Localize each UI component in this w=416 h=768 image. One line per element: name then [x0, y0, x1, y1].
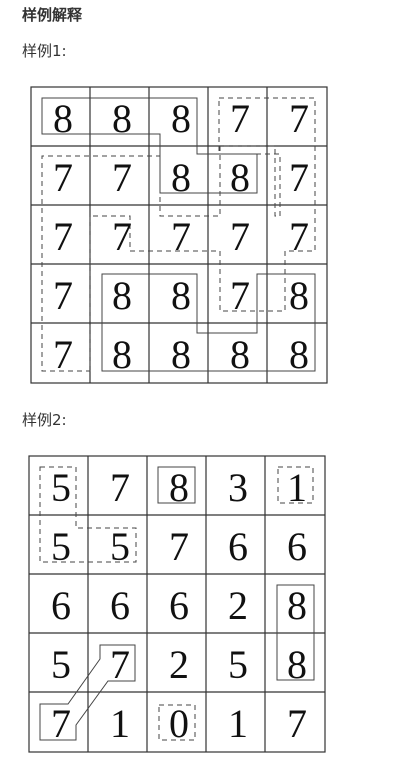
cell-r4c5: 8: [287, 642, 307, 687]
cell-r2c5: 6: [287, 524, 307, 569]
cell-r3c3: 7: [171, 214, 191, 259]
cell-r2c4: 6: [228, 524, 248, 569]
example-1-grid-figure: 8 8 8 7 7 7 7 8 8 7 7 7 7 7 7 7 8 8 7 8 …: [30, 86, 328, 384]
cell-r2c5: 7: [289, 155, 309, 200]
cell-r4c5: 8: [289, 273, 309, 318]
cell-r5c1: 7: [53, 332, 73, 377]
example-2-label: 样例2:: [22, 411, 67, 429]
example-1-label: 样例1:: [22, 42, 67, 60]
cell-r5c5: 7: [287, 701, 307, 746]
cell-r3c4: 7: [230, 214, 250, 259]
cell-r1c4: 7: [230, 96, 250, 141]
cell-r1c3: 8: [171, 96, 191, 141]
cell-r4c3: 8: [171, 273, 191, 318]
heading-sample-explanation: 样例解释: [22, 6, 83, 24]
cell-r5c1: 7: [51, 701, 71, 746]
cell-r5c3: 0: [169, 701, 189, 746]
cell-r2c1: 7: [53, 155, 73, 200]
example-2-grid-figure: 5 7 8 3 1 5 5 7 6 6 6 6 6 2 8 5 7 2 5 8 …: [28, 455, 326, 753]
cell-r2c3: 7: [169, 524, 189, 569]
cell-r2c1: 5: [51, 524, 71, 569]
cell-r1c4: 3: [228, 465, 248, 510]
cell-r1c2: 7: [110, 465, 130, 510]
cell-r4c2: 7: [110, 642, 130, 687]
cell-r2c4: 8: [230, 155, 250, 200]
cell-r3c4: 2: [228, 583, 248, 628]
cell-r3c1: 7: [53, 214, 73, 259]
cell-r1c5: 7: [289, 96, 309, 141]
cell-r5c3: 8: [171, 332, 191, 377]
cell-r1c1: 8: [53, 96, 73, 141]
cell-r4c1: 5: [51, 642, 71, 687]
cell-r1c5: 1: [287, 465, 307, 510]
cell-r4c2: 8: [112, 273, 132, 318]
cell-r2c3: 8: [171, 155, 191, 200]
cell-r4c4: 7: [230, 273, 250, 318]
cell-r2c2: 7: [112, 155, 132, 200]
cell-r3c2: 6: [110, 583, 130, 628]
cell-r5c2: 8: [112, 332, 132, 377]
cell-r1c1: 5: [51, 465, 71, 510]
cell-r1c2: 8: [112, 96, 132, 141]
cell-r4c1: 7: [53, 273, 73, 318]
cell-r4c3: 2: [169, 642, 189, 687]
cell-r4c4: 5: [228, 642, 248, 687]
cell-r2c2: 5: [110, 524, 130, 569]
cell-r3c5: 8: [287, 583, 307, 628]
cell-r3c5: 7: [289, 214, 309, 259]
cell-r3c3: 6: [169, 583, 189, 628]
cell-r5c5: 8: [289, 332, 309, 377]
cell-r5c4: 8: [230, 332, 250, 377]
cell-r3c1: 6: [51, 583, 71, 628]
cell-r5c2: 1: [110, 701, 130, 746]
cell-r1c3: 8: [169, 465, 189, 510]
cell-r3c2: 7: [112, 214, 132, 259]
cell-r5c4: 1: [228, 701, 248, 746]
